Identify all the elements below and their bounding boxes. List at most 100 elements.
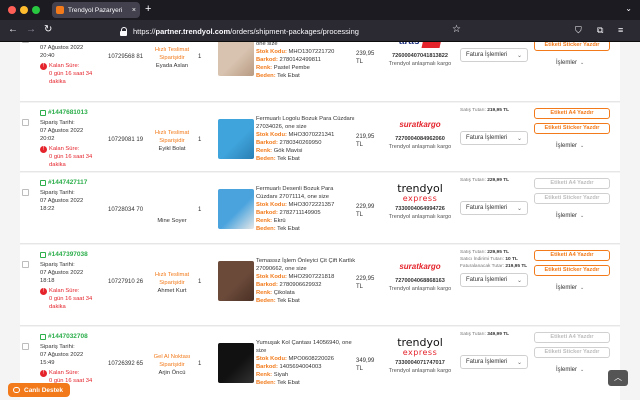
row-checkbox[interactable] [22, 42, 29, 43]
alert-icon: ! [40, 146, 47, 153]
order-date-time: 18:22 [40, 206, 55, 212]
address-bar[interactable]: https://partner.trendyol.com/orders/ship… [120, 23, 450, 39]
remaining-time-label: Kalan Süre: [49, 63, 80, 69]
actions-menu-label: İşlemler [556, 60, 578, 66]
customer-name: Eyada Aslan [155, 63, 189, 69]
product-image[interactable] [218, 189, 254, 229]
product-attr: Barkod: 1405694004003 [256, 363, 356, 371]
product-details: Yumuşak Kol Çantası 14056940, one size St… [256, 339, 356, 387]
order-number[interactable]: #1447397038 [40, 251, 88, 258]
alert-icon: ! [40, 63, 47, 70]
row-checkbox[interactable] [22, 189, 29, 196]
price: 219,95 TL [356, 133, 374, 149]
actions-menu[interactable]: İşlemler ⌄ [556, 143, 584, 149]
product-attr: Renk: Siyah [256, 371, 356, 379]
print-sticker-label-button[interactable]: Etiketi Sticker Yazdır [534, 347, 610, 358]
reload-icon[interactable]: ↻ [44, 24, 52, 35]
print-sticker-label-button[interactable]: Etiketi Sticker Yazdır [534, 42, 610, 51]
tab-close-icon[interactable]: × [132, 7, 136, 14]
tab-list-chevron-icon[interactable]: ⌄ [625, 4, 632, 13]
print-sticker-label-button[interactable]: Etiketi Sticker Yazdır [534, 265, 610, 276]
order-row: #1447681013 Sipariş Tarihi: 07 Ağustos 202… [20, 103, 620, 172]
amount-label: Satış Tutarı: [460, 108, 486, 113]
order-date-date: 07 Ağustos 2022 [40, 198, 84, 204]
minimize-window-button[interactable] [20, 6, 28, 14]
product-attr-label: Barkod: [256, 210, 278, 216]
amount-label: Satış Tutarı: [460, 332, 486, 337]
browser-tab[interactable]: Trendyol Pazaryeri × [52, 2, 140, 18]
copy-icon[interactable] [40, 179, 46, 186]
print-a4-label-button[interactable]: Etiketi A4 Yazdır [534, 178, 610, 189]
invoice-actions-select[interactable]: Fatura İşlemleri ⌄ [460, 355, 528, 369]
product-attr: Stok Kodu: MHO3072221357 [256, 201, 356, 209]
product-details: Fermuarlı Desenli Bozuk Para Cüzdanı 270… [256, 185, 356, 233]
tab-bar: Trendyol Pazaryeri × + ⌄ [0, 0, 640, 20]
back-arrow-icon[interactable]: ← [8, 24, 18, 35]
chevron-down-icon: ⌄ [580, 143, 585, 149]
print-a4-label-button[interactable]: Etiketi A4 Yazdır [534, 332, 610, 343]
package-number: 10726392 65 [108, 361, 144, 367]
invoice-actions-label: Fatura İşlemleri [466, 359, 508, 365]
product-image[interactable] [218, 119, 254, 159]
forward-arrow-icon[interactable]: → [26, 24, 36, 35]
actions-menu[interactable]: İşlemler ⌄ [556, 60, 584, 66]
order-date-date-label: Sipariş Tarihi: [40, 262, 75, 268]
tab-title: Trendyol Pazaryeri [68, 6, 123, 14]
quantity: 1 [198, 279, 202, 285]
extensions-icon[interactable]: ⧉ [597, 25, 603, 36]
actions-menu[interactable]: İşlemler ⌄ [556, 285, 584, 291]
print-sticker-label-button[interactable]: Etiketi Sticker Yazdır [534, 193, 610, 204]
product-attr-label: Beden: [256, 226, 276, 232]
product-name[interactable]: Yumuşak Kol Çantası 14056940, one size [256, 339, 356, 355]
surat-cargo-logo: suratkargo [382, 255, 458, 277]
order-number[interactable]: #1447427117 [40, 179, 87, 186]
product-name[interactable]: Temassız İşlem Önleyici Çit Çift Kartlık… [256, 257, 356, 273]
product-name[interactable]: Fermuarlı Desenli Bozuk Para Cüzdanı 270… [256, 185, 356, 201]
copy-icon[interactable] [40, 251, 46, 258]
product-image[interactable] [218, 343, 254, 383]
invoice-actions-select[interactable]: Fatura İşlemleri ⌄ [460, 273, 528, 287]
order-row: Sipariş Tarihi:07 Ağustos 202220:40!Kala… [20, 42, 620, 102]
amount-line: Faturalanacak Tutar: 219,95 TL [460, 263, 527, 270]
invoice-actions-select[interactable]: Fatura İşlemleri ⌄ [460, 131, 528, 145]
invoice-actions-select[interactable]: Fatura İşlemleri ⌄ [460, 48, 528, 62]
product-attr: Beden: Tek Ebat [256, 225, 356, 233]
row-checkbox[interactable] [22, 343, 29, 350]
customer: Hızlı Teslimat Siparişidir Eyikl Bolat [146, 129, 198, 153]
product-image[interactable] [218, 42, 254, 76]
menu-icon[interactable]: ≡ [618, 25, 623, 35]
zoom-window-button[interactable] [32, 6, 40, 14]
order-date-time: 20:40 [40, 53, 55, 59]
new-tab-button[interactable]: + [145, 3, 151, 15]
invoice-actions-select[interactable]: Fatura İşlemleri ⌄ [460, 201, 528, 215]
invoice-actions-label: Fatura İşlemleri [466, 277, 508, 283]
actions-menu[interactable]: İşlemler ⌄ [556, 213, 584, 219]
close-window-button[interactable] [8, 6, 16, 14]
surat-cargo-logo: suratkargo [382, 113, 458, 135]
actions-menu-label: İşlemler [556, 213, 578, 219]
chevron-down-icon: ⌄ [516, 52, 522, 59]
live-support-button[interactable]: Canlı Destek [8, 383, 70, 397]
amount-value: 349,99 TL [487, 332, 510, 337]
quantity: 1 [198, 207, 202, 213]
actions-menu[interactable]: İşlemler ⌄ [556, 367, 584, 373]
product-image[interactable] [218, 261, 254, 301]
scroll-to-top-button[interactable]: ︿ [608, 370, 628, 386]
row-checkbox[interactable] [22, 261, 29, 268]
print-a4-label-button[interactable]: Etiketi A4 Yazdır [534, 250, 610, 261]
product-attr: Stok Kodu: MPO0608220026 [256, 355, 356, 363]
shield-icon[interactable]: ⛉ [575, 25, 582, 36]
order-number[interactable]: #1447032708 [40, 333, 88, 340]
product-name[interactable]: Fermuarlı Logolu Bozuk Para Cüzdanı 2703… [256, 115, 356, 131]
quantity: 1 [198, 137, 202, 143]
print-a4-label-button[interactable]: Etiketi A4 Yazdır [534, 108, 610, 119]
row-checkbox[interactable] [22, 119, 29, 126]
copy-icon[interactable] [40, 109, 46, 116]
print-sticker-label-button[interactable]: Etiketi Sticker Yazdır [534, 123, 610, 134]
copy-icon[interactable] [40, 333, 46, 340]
aras-mark-icon [421, 42, 443, 48]
remaining-time-label: Kalan Süre: [49, 146, 80, 152]
order-number[interactable]: #1447681013 [40, 109, 88, 116]
bookmark-star-icon[interactable]: ☆ [452, 24, 461, 35]
chevron-down-icon: ⌄ [516, 359, 522, 366]
